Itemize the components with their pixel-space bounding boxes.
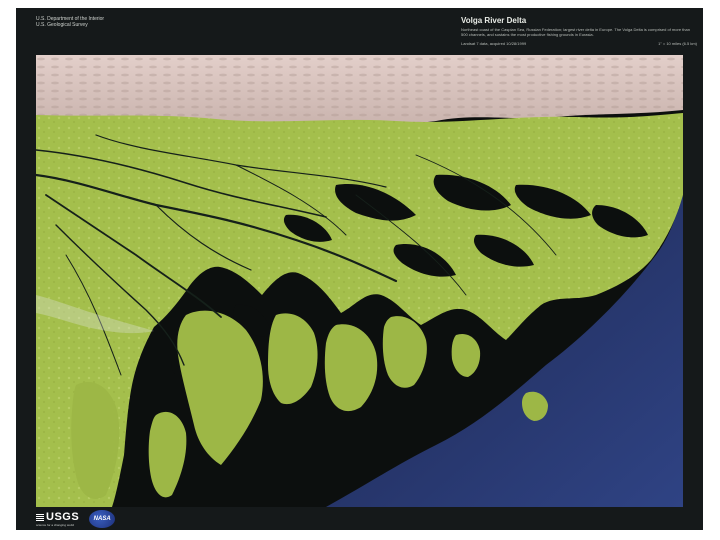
logo-bar: USGS science for a changing world NASA <box>36 508 116 530</box>
title-block: Volga River Delta Northeast coast of the… <box>461 16 697 46</box>
meta-row: Landsat 7 data, acquired 10/28/1999 1" =… <box>461 41 697 46</box>
map-scale: 1" = 10 miles (6.5 km) <box>658 41 697 46</box>
satellite-image <box>36 55 683 507</box>
nasa-label: NASA <box>93 516 111 522</box>
map-description: Northeast coast of the Caspian Sea, Russ… <box>461 27 690 37</box>
map-poster: U.S. Department of the Interior U.S. Geo… <box>16 8 703 530</box>
map-title: Volga River Delta <box>461 16 527 25</box>
image-source: Landsat 7 data, acquired 10/28/1999 <box>461 41 527 46</box>
usgs-wave-icon <box>36 513 44 521</box>
delta-image-svg <box>36 55 683 507</box>
agency-block: U.S. Department of the Interior U.S. Geo… <box>36 16 104 28</box>
nasa-logo: NASA <box>89 510 116 528</box>
agency-line-2: U.S. Geological Survey <box>36 22 88 28</box>
usgs-label: USGS <box>46 510 80 523</box>
usgs-tagline: science for a changing world <box>36 522 75 527</box>
usgs-logo: USGS science for a changing world <box>36 510 80 527</box>
